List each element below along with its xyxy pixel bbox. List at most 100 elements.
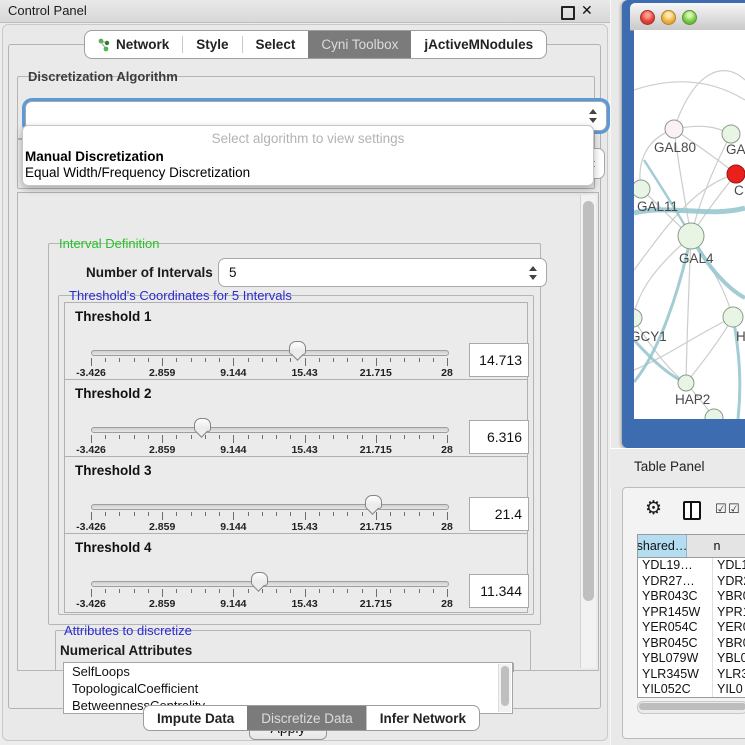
table-cell: YPR1 [713, 605, 745, 621]
table-h-scrollbar[interactable] [637, 701, 745, 714]
table-row[interactable]: YIL052CYIL0 [638, 682, 745, 697]
list-item[interactable]: SelfLoops [64, 663, 512, 680]
node-table[interactable]: shared… n YDL19…YDL1YDR27…YDR2YBR043CYBR… [637, 534, 745, 698]
close-traffic-icon[interactable] [640, 10, 655, 25]
threshold-value-field[interactable]: 21.4 [469, 497, 529, 531]
network-node[interactable] [705, 409, 723, 419]
tab-network[interactable]: Network [85, 31, 182, 58]
network-node[interactable] [723, 307, 743, 327]
list-scrollbar[interactable] [498, 664, 511, 712]
table-header-shared[interactable]: shared… [638, 535, 687, 557]
network-view-window: GAL80GACGAL11GAL4GCY1HHAP2 [622, 0, 745, 448]
panel-scrollbar-thumb[interactable] [583, 201, 594, 601]
table-row[interactable]: YBL079WYBL0 [638, 651, 745, 667]
top-tab-bar: Network StyleSelect Cyni Toolbox jActiveMNo… [84, 30, 547, 59]
threshold-block: Threshold 4 -3.4262.8599.14415.4321.71528… [64, 533, 528, 613]
table-cell: YBR0 [713, 589, 745, 605]
network-node[interactable] [634, 180, 650, 198]
network-node-label: GA [726, 142, 745, 157]
tab-label: Cyni Toolbox [321, 37, 398, 52]
table-header-name[interactable]: n [687, 535, 745, 557]
network-node[interactable] [722, 125, 740, 143]
table-row[interactable]: YDL19…YDL1 [638, 558, 745, 574]
table-cell: YIL052C [638, 682, 713, 697]
network-node-label: H [736, 329, 745, 344]
network-node-label: GAL80 [654, 140, 696, 155]
tab-jactivemnodules[interactable]: jActiveMNodules [411, 31, 546, 58]
table-row[interactable]: YLR345WYLR3 [638, 667, 745, 683]
table-row[interactable]: YPR145WYPR1 [638, 605, 745, 621]
threshold-label: Threshold 4 [75, 540, 152, 555]
table-panel: ⚙ ☑ ☑ shared… n YDL19…YDL1YDR27…YDR2YBR0… [622, 487, 745, 739]
table-h-scrollbar-thumb[interactable] [639, 703, 745, 710]
bottom-tab-discretize-data[interactable]: Discretize Data [247, 706, 366, 730]
bottom-tab-impute-data[interactable]: Impute Data [144, 706, 247, 730]
control-panel-titlebar: Control Panel ✕ [0, 0, 610, 23]
threshold-value-field[interactable]: 14.713 [469, 343, 529, 377]
table-toolbar: ⚙ ☑ ☑ [623, 488, 745, 532]
table-row[interactable]: YBR043CYBR0 [638, 589, 745, 605]
network-canvas[interactable]: GAL80GACGAL11GAL4GCY1HHAP2 [634, 30, 745, 419]
network-node[interactable] [634, 309, 642, 327]
checkbox-icon[interactable]: ☑ [715, 501, 727, 517]
gear-icon[interactable]: ⚙ [645, 497, 662, 520]
table-rows: YDL19…YDL1YDR27…YDR2YBR043CYBR0YPR145WYP… [638, 558, 745, 697]
network-node-label: HAP2 [675, 392, 710, 407]
table-cell: YER0 [713, 620, 745, 636]
slider-track[interactable] [91, 504, 449, 510]
slider-track[interactable] [91, 581, 449, 587]
network-node[interactable] [727, 165, 745, 183]
slider-track[interactable] [91, 427, 449, 433]
dropdown-option[interactable]: Equal Width/Frequency Discretization [25, 165, 250, 180]
tab-cyni-toolbox[interactable]: Cyni Toolbox [308, 31, 411, 58]
threshold-value-field[interactable]: 6.316 [469, 420, 529, 454]
checkbox-icon[interactable]: ☑ [728, 501, 740, 517]
network-node-label: GAL11 [637, 199, 678, 214]
combo-stepper-icon [588, 109, 597, 123]
network-window-titlebar [630, 3, 745, 31]
network-node[interactable] [665, 120, 683, 138]
attributes-group-title: Attributes to discretize [61, 623, 195, 638]
num-intervals-combobox[interactable]: 5 [218, 258, 547, 287]
tab-style[interactable]: Style [183, 31, 241, 58]
tab-label: Network [116, 37, 169, 52]
zoom-traffic-icon[interactable] [682, 10, 697, 25]
network-node[interactable] [678, 375, 694, 391]
threshold-label: Threshold 2 [75, 386, 152, 401]
num-intervals-value: 5 [229, 265, 237, 280]
table-cell: YER054C [638, 620, 713, 636]
close-icon[interactable]: ✕ [581, 2, 593, 19]
float-window-icon[interactable] [561, 6, 575, 20]
cyni-toolbox-panel: Discretization Algorithm Select algorith… [8, 44, 601, 709]
slider-thumb[interactable] [194, 418, 211, 432]
slider-track[interactable] [91, 350, 449, 356]
table-cell: YPR145W [638, 605, 713, 621]
right-column: GAL80GACGAL11GAL4GCY1HHAP2 Table Panel ⚙… [610, 0, 745, 745]
slider-thumb[interactable] [289, 341, 306, 355]
table-row[interactable]: YER054CYER0 [638, 620, 745, 636]
threshold-block: Threshold 3-3.4262.8599.14415.4321.71528… [64, 456, 528, 536]
bottom-tab-infer-network[interactable]: Infer Network [366, 706, 479, 730]
dropdown-placeholder: Select algorithm to view settings [23, 131, 593, 146]
minimize-traffic-icon[interactable] [661, 10, 676, 25]
tab-select[interactable]: Select [243, 31, 309, 58]
slider-tick-labels: -3.4262.8599.14415.4321.71528 [91, 444, 447, 456]
threshold-label: Threshold 3 [75, 463, 152, 478]
list-scrollbar-thumb[interactable] [501, 666, 509, 706]
threshold-value-field[interactable]: 11.344 [469, 574, 529, 608]
table-panel-title: Table Panel [634, 459, 705, 474]
table-row[interactable]: YDR27…YDR2 [638, 574, 745, 590]
slider-thumb[interactable] [365, 495, 382, 509]
combo-stepper-icon [528, 266, 537, 280]
network-icon [98, 38, 110, 52]
network-node[interactable] [678, 223, 704, 249]
table-cell: YBR045C [638, 636, 713, 652]
panel-scrollbar[interactable] [580, 195, 596, 668]
list-item[interactable]: TopologicalCoefficient [64, 680, 512, 697]
table-cell: YDL19… [638, 558, 713, 574]
slider-tick-labels: -3.4262.8599.14415.4321.71528 [91, 598, 447, 610]
split-column-icon[interactable] [683, 501, 701, 520]
slider-thumb[interactable] [251, 572, 268, 586]
dropdown-option[interactable]: Manual Discretization [25, 149, 164, 164]
table-row[interactable]: YBR045CYBR0 [638, 636, 745, 652]
